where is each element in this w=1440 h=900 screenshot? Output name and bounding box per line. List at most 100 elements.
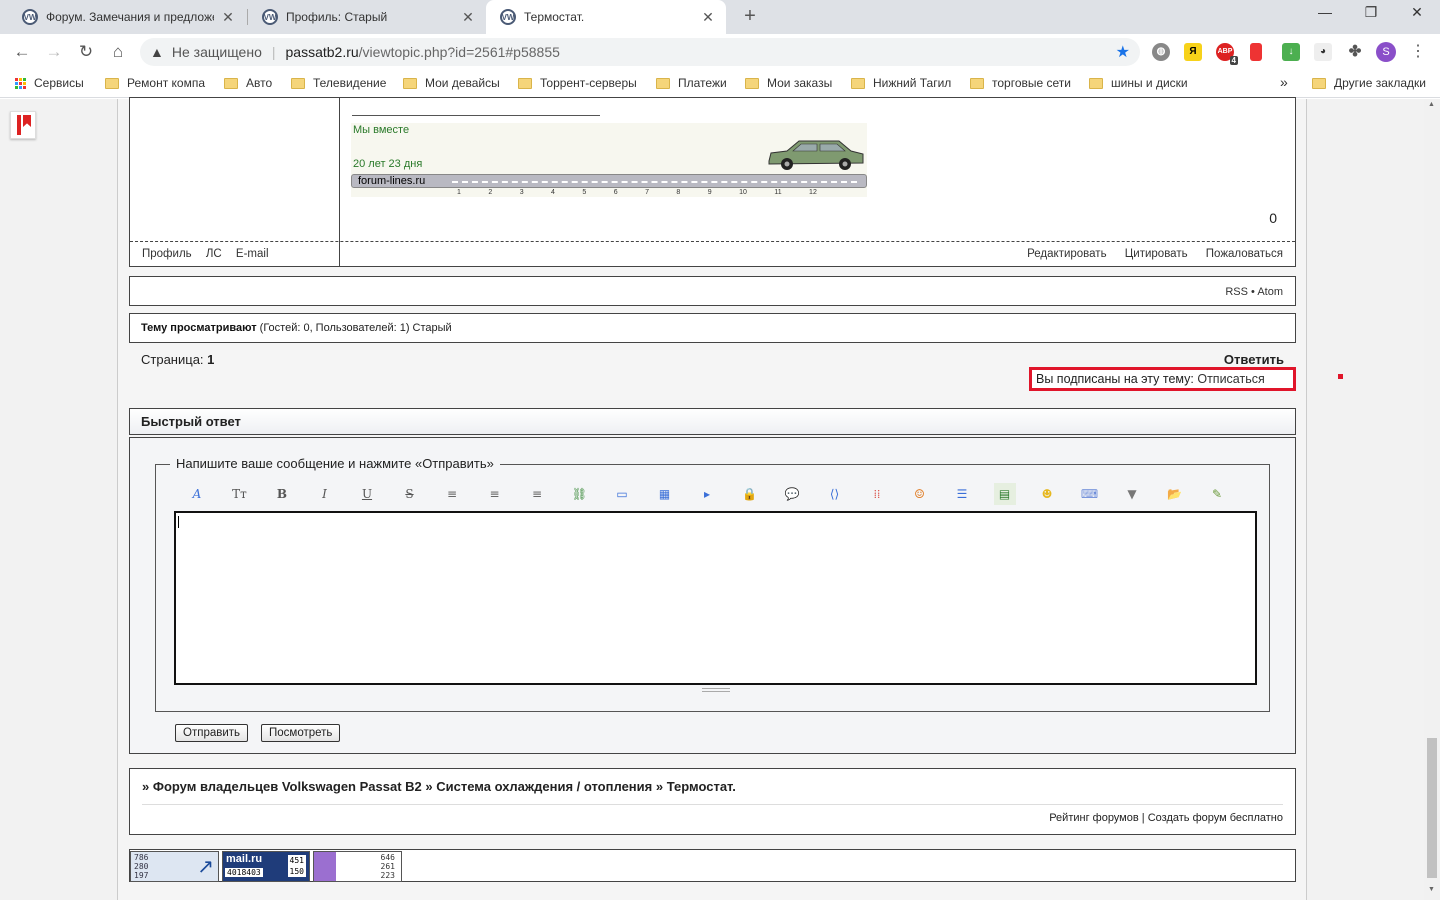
table-grid-icon[interactable]: ⁞⁞ (866, 483, 888, 505)
bookmark-star-icon[interactable]: ★ (1116, 42, 1130, 62)
puzzle-extensions-icon[interactable]: ✤ (1346, 43, 1364, 61)
strikethrough-icon[interactable]: S (399, 483, 421, 505)
code-icon[interactable]: ⟨⟩ (824, 483, 846, 505)
tab-forum-feedback[interactable]: VW Форум. Замечания и предложен ✕ (8, 0, 246, 34)
tab-close-icon[interactable]: ✕ (220, 9, 236, 26)
folder-icon (403, 77, 417, 89)
bookmark-ribbon-icon[interactable] (10, 111, 36, 139)
bookmark-folder[interactable]: Платежи (656, 76, 727, 90)
quick-reply-form: Напишите ваше сообщение и нажмите «Отпра… (129, 437, 1296, 754)
tab-profile[interactable]: VW Профиль: Старый ✕ (248, 0, 486, 34)
scroll-up-icon[interactable]: ▲ (1428, 101, 1435, 108)
bookmark-folder[interactable]: торговые сети (970, 76, 1071, 90)
rss-link[interactable]: RSS (1225, 286, 1248, 298)
liveinternet-counter[interactable]: 786 280 197 ↗ (130, 851, 219, 882)
video-icon[interactable]: ▸ (696, 483, 718, 505)
download-extension-icon[interactable]: ↓ (1282, 43, 1300, 61)
scroll-down-icon[interactable]: ▼ (1428, 886, 1435, 893)
warning-triangle-icon[interactable]: ▲ (150, 44, 164, 60)
counter-value: 646 (380, 853, 395, 862)
preview-button[interactable]: Посмотреть (261, 724, 341, 742)
address-bar[interactable]: ▲ Не защищено | passatb2.ru/viewtopic.ph… (140, 38, 1140, 66)
font-size-icon[interactable]: Tт (229, 483, 251, 505)
keyboard-icon[interactable]: ⌨ (1079, 483, 1101, 505)
more-dropdown-icon[interactable]: ▼ (1121, 483, 1143, 505)
bookmark-folder[interactable]: Телевидение (291, 76, 386, 90)
bookmarks-overflow-button[interactable]: » (1280, 74, 1288, 90)
font-color-icon[interactable]: A (186, 483, 208, 505)
window-close-button[interactable]: ✕ (1394, 4, 1440, 21)
hide-lock-icon[interactable]: 🔒 (739, 483, 761, 505)
create-forum-link[interactable]: Создать форум бесплатно (1148, 812, 1283, 824)
align-right-icon[interactable]: ≡ (526, 483, 548, 505)
other-bookmarks[interactable]: Другие закладки (1312, 76, 1426, 90)
forum-rating-link[interactable]: Рейтинг форумов (1049, 812, 1139, 824)
signature-divider (352, 115, 600, 116)
atom-link[interactable]: Atom (1257, 286, 1283, 298)
bookmark-services[interactable]: Сервисы (15, 76, 84, 90)
textarea-resize-handle[interactable] (702, 688, 730, 692)
home-icon[interactable]: ⌂ (106, 40, 130, 64)
profile-link[interactable]: Профиль (142, 248, 192, 260)
books-icon[interactable]: ▤ (993, 483, 1016, 505)
mailru-counter[interactable]: mail.ru 4018403 451 150 (222, 851, 310, 882)
forward-arrow-icon[interactable]: → (42, 40, 66, 64)
pm-link[interactable]: ЛС (206, 248, 222, 260)
quote-bubble-icon[interactable]: 💬 (781, 483, 803, 505)
smiley-icon[interactable]: ☻ (1036, 483, 1058, 505)
ruler-tick: 10 (739, 189, 747, 196)
italic-icon[interactable]: I (314, 483, 336, 505)
bookmark-folder[interactable]: Авто (224, 76, 272, 90)
globe-extension-icon[interactable]: ◍ (1152, 43, 1170, 61)
yandex-metrika-counter[interactable]: 646 261 223 (313, 851, 402, 882)
bookmark-folder[interactable]: Мои заказы (745, 76, 832, 90)
link-icon[interactable]: ⛓ (569, 483, 591, 505)
bookmark-folder[interactable]: Нижний Тагил (851, 76, 951, 90)
viewer-user-link[interactable]: Старый (413, 322, 452, 334)
bookmark-label: Мои заказы (767, 76, 833, 90)
reload-icon[interactable]: ↻ (74, 40, 98, 64)
window-minimize-button[interactable]: — (1302, 4, 1348, 20)
page-label: Страница: (141, 352, 204, 367)
bookmark-label: Авто (246, 76, 273, 90)
align-center-icon[interactable]: ≡ (484, 483, 506, 505)
tab-close-icon[interactable]: ✕ (460, 9, 476, 26)
message-textarea[interactable] (174, 511, 1257, 685)
breadcrumb-forum[interactable]: Форум владельцев Volkswagen Passat B2 (153, 779, 422, 794)
email-link[interactable]: E-mail (236, 248, 269, 260)
new-tab-button[interactable]: + (738, 5, 762, 28)
bookmark-folder[interactable]: Ремонт компа (105, 76, 205, 90)
submit-button[interactable]: Отправить (175, 724, 249, 742)
page-scrollbar[interactable]: ▲ ▼ (1424, 99, 1440, 900)
bookmark-folder[interactable]: шины и диски (1089, 76, 1188, 90)
back-arrow-icon[interactable]: ← (10, 40, 34, 64)
quote-link[interactable]: Цитировать (1125, 248, 1188, 260)
smiley-special-icon[interactable]: ☺ (909, 483, 931, 505)
edit-link[interactable]: Редактировать (1027, 248, 1106, 260)
bookmark-folder[interactable]: Торрент-серверы (518, 76, 637, 90)
bookmark-flag-extension-icon[interactable] (1250, 43, 1262, 61)
unsubscribe-link[interactable]: Отписаться (1197, 372, 1264, 386)
viewers-label: Тему просматривают (141, 322, 257, 334)
underline-icon[interactable]: U (356, 483, 378, 505)
breadcrumb-section[interactable]: Система охлаждения / отопления (436, 779, 652, 794)
tab-close-icon[interactable]: ✕ (700, 9, 716, 26)
upload-folder-icon[interactable]: 📂 (1164, 483, 1186, 505)
profile-avatar[interactable]: S (1376, 42, 1396, 62)
align-left-icon[interactable]: ≡ (441, 483, 463, 505)
gallery-icon[interactable]: ▦ (654, 483, 676, 505)
bold-icon[interactable]: B (271, 483, 293, 505)
list-icon[interactable]: ☰ (951, 483, 973, 505)
report-link[interactable]: Пожаловаться (1206, 248, 1283, 260)
draft-edit-icon[interactable]: ✎ (1206, 483, 1228, 505)
yandex-extension-icon[interactable]: Я (1184, 43, 1202, 61)
dog-extension-icon[interactable]: ◕ (1314, 43, 1332, 61)
browser-menu-icon[interactable]: ⋮ (1410, 41, 1426, 61)
tab-thermostat-active[interactable]: VW Термостат. ✕ (486, 0, 726, 34)
adblock-extension-icon[interactable]: ABP 4 (1216, 43, 1238, 65)
window-maximize-button[interactable]: ❐ (1348, 4, 1394, 21)
bookmark-folder[interactable]: Мои девайсы (403, 76, 500, 90)
image-icon[interactable]: ▭ (611, 483, 633, 505)
reply-link[interactable]: Ответить (1224, 352, 1284, 367)
scrollbar-thumb[interactable] (1427, 738, 1437, 878)
